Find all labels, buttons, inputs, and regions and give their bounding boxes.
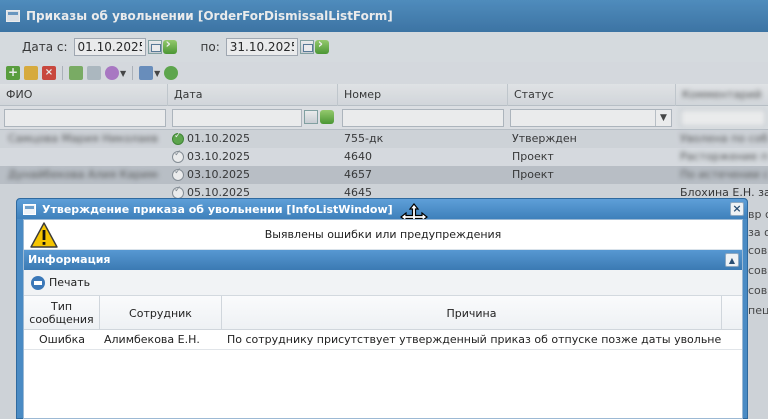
window-icon <box>23 203 36 215</box>
warning-message: Выявлены ошибки или предупреждения <box>264 228 502 241</box>
employee-cell: Алимбекова Е.Н. <box>104 333 200 346</box>
column-header-reason[interactable]: Причина <box>222 296 722 330</box>
errors-table-header: Тип сообщения Сотрудник Причина <box>24 296 742 330</box>
info-panel-title: Информация <box>28 253 111 266</box>
warning-area: Выявлены ошибки или предупреждения <box>24 220 742 250</box>
print-label: Печать <box>49 276 91 289</box>
dialog-titlebar[interactable]: Утверждение приказа об увольнении [InfoL… <box>17 199 747 219</box>
info-dialog: Утверждение приказа об увольнении [InfoL… <box>16 198 748 419</box>
column-header-type[interactable]: Тип сообщения <box>24 296 100 330</box>
reason-cell: По сотруднику присутствует утвержденный … <box>227 333 722 346</box>
column-header-employee[interactable]: Сотрудник <box>100 296 222 330</box>
print-button[interactable]: Печать <box>28 273 93 293</box>
close-icon[interactable]: × <box>730 202 744 216</box>
info-panel: Информация ▲ Печать Тип сообщения Сотруд… <box>24 250 742 419</box>
collapse-icon[interactable]: ▲ <box>725 253 739 267</box>
dialog-body: Выявлены ошибки или предупреждения Инфор… <box>23 219 743 419</box>
info-toolbar: Печать <box>24 270 742 296</box>
info-panel-header[interactable]: Информация ▲ <box>24 250 742 270</box>
table-row[interactable]: Ошибка Алимбекова Е.Н. По сотруднику при… <box>24 330 742 350</box>
print-icon <box>31 275 45 290</box>
dialog-title: Утверждение приказа об увольнении [InfoL… <box>42 202 393 216</box>
type-cell: Ошибка <box>38 333 86 346</box>
column-header-spacer <box>722 296 742 330</box>
warning-icon <box>30 222 58 248</box>
